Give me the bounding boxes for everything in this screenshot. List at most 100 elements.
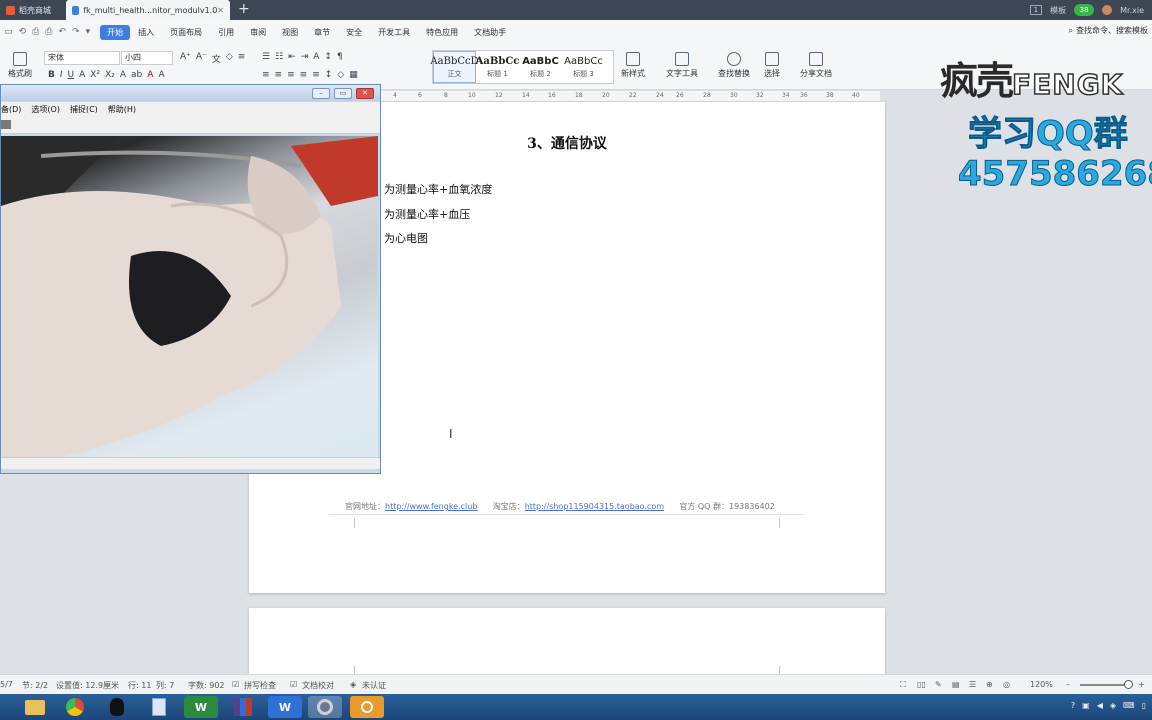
format-painter-button[interactable]: 格式刷 xyxy=(8,52,32,79)
grow-font-icon[interactable]: A⁺ xyxy=(180,52,191,65)
style-heading-1[interactable]: AaBbCc 标题 1 xyxy=(476,51,520,83)
menu-features[interactable]: 特色应用 xyxy=(418,24,466,41)
menu-home[interactable]: 开始 xyxy=(100,24,131,40)
style-heading-3[interactable]: AaBbCc 标题 3 xyxy=(562,51,605,83)
text-effect-icon[interactable]: A xyxy=(120,70,126,80)
char-spacing-icon[interactable]: ≡ xyxy=(238,52,246,65)
menu-chapter[interactable]: 章节 xyxy=(306,24,338,41)
network-icon[interactable]: ▣ xyxy=(1082,701,1090,710)
close-button[interactable]: ✕ xyxy=(356,88,374,99)
avatar[interactable] xyxy=(1102,5,1113,15)
zoom-level[interactable]: 120% xyxy=(1030,680,1053,689)
taskbar-winrar-icon[interactable] xyxy=(226,696,260,718)
menu-developer[interactable]: 开发工具 xyxy=(370,24,418,41)
minimize-button[interactable]: – xyxy=(312,88,330,99)
spell-check-toggle[interactable]: 拼写检查 xyxy=(244,680,276,691)
pinyin-icon[interactable]: 文 xyxy=(212,52,221,65)
text-tools-button[interactable]: 文字工具 xyxy=(666,52,698,79)
tab-docer-store[interactable]: 稻壳商城 xyxy=(0,0,64,20)
font-size-combo[interactable]: 小四 xyxy=(121,51,173,65)
word-count[interactable]: 字数: 902 xyxy=(188,680,225,691)
italic-icon[interactable]: I xyxy=(60,70,63,80)
numbering-icon[interactable]: ☷ xyxy=(275,52,283,62)
taskbar-webcam-icon[interactable] xyxy=(308,696,342,718)
notification-bubble[interactable]: 38 xyxy=(1074,4,1095,16)
font-color-icon[interactable]: A xyxy=(147,70,153,80)
site-link[interactable]: http://www.fengke.club xyxy=(385,502,477,511)
show-desktop-icon[interactable]: ▯ xyxy=(1142,701,1146,710)
command-search[interactable]: ⌕ 查找命令、搜索模板 xyxy=(1069,25,1148,36)
decrease-indent-icon[interactable]: ⇤ xyxy=(288,52,296,62)
distribute-icon[interactable]: ≡ xyxy=(312,70,320,80)
superscript-icon[interactable]: X² xyxy=(90,70,100,80)
help-icon[interactable]: ? xyxy=(1071,701,1075,710)
taskbar-wps-writer-icon[interactable]: W xyxy=(268,696,302,718)
zoom-in-icon[interactable]: + xyxy=(1138,680,1145,689)
reading-mode-icon[interactable]: ▯▯ xyxy=(917,680,926,689)
menu-options[interactable]: 选项(O) xyxy=(31,104,60,115)
borders-icon[interactable]: ▦ xyxy=(349,70,358,80)
redo-icon[interactable]: ↷ xyxy=(72,27,80,37)
template-button[interactable]: 模板 xyxy=(1050,5,1066,16)
menu-capture[interactable]: 捕捉(C) xyxy=(70,104,98,115)
taskbar-app-icon[interactable] xyxy=(350,696,384,718)
bold-icon[interactable]: B xyxy=(48,70,55,80)
page-indicator[interactable]: 5/7 xyxy=(0,680,13,689)
menu-review[interactable]: 审阅 xyxy=(242,24,274,41)
increase-indent-icon[interactable]: ⇥ xyxy=(301,52,309,62)
maximize-button[interactable]: ▭ xyxy=(334,88,352,99)
strikethrough-icon[interactable]: A xyxy=(79,70,85,80)
taskbar-wps-spreadsheet-icon[interactable]: W xyxy=(184,696,218,718)
cert-status[interactable]: 未认证 xyxy=(362,680,386,691)
undo-icon[interactable]: ↶ xyxy=(58,27,66,37)
find-replace-button[interactable]: 查找替换 xyxy=(718,52,750,79)
zoom-slider-handle[interactable] xyxy=(1124,680,1133,689)
menu-device[interactable]: 备(D) xyxy=(1,104,21,115)
outline-view-icon[interactable]: ☰ xyxy=(969,680,976,689)
customize-qa-icon[interactable]: ▾ xyxy=(86,27,91,37)
taskbar-chrome-icon[interactable] xyxy=(58,696,92,718)
shrink-font-icon[interactable]: A⁻ xyxy=(196,52,207,65)
char-shading-icon[interactable]: A xyxy=(158,70,164,80)
menu-page-layout[interactable]: 页面布局 xyxy=(162,24,210,41)
section-indicator[interactable]: 节: 2/2 xyxy=(22,680,48,691)
volume-icon[interactable]: ◀ xyxy=(1097,701,1103,710)
edit-mode-icon[interactable]: ✎ xyxy=(935,680,942,689)
font-name-combo[interactable]: 宋体 xyxy=(44,51,120,65)
style-normal[interactable]: AaBbCcD 正文 xyxy=(430,51,479,83)
shading-icon[interactable]: ◇ xyxy=(337,70,344,80)
print-preview-icon[interactable]: ⎙ xyxy=(45,27,52,37)
page-view-icon[interactable]: ▤ xyxy=(952,680,960,689)
taskbar-folder-icon[interactable] xyxy=(18,696,52,718)
line-spacing-icon[interactable]: ↕ xyxy=(325,70,333,80)
taskbar-qq-icon[interactable] xyxy=(100,696,134,718)
web-view-icon[interactable]: ⊕ xyxy=(986,680,993,689)
menu-security[interactable]: 安全 xyxy=(338,24,370,41)
show-hide-marks-icon[interactable]: ¶ xyxy=(337,52,343,62)
window-count-badge[interactable]: 1 xyxy=(1029,5,1043,15)
subscript-icon[interactable]: X₂ xyxy=(105,70,115,80)
align-right-icon[interactable]: ≡ xyxy=(287,70,295,80)
tab-document[interactable]: fk_multi_health...nitor_modulv1.0 ✕ xyxy=(66,0,230,20)
new-style-button[interactable]: 新样式 xyxy=(621,52,645,79)
zoom-slider[interactable] xyxy=(1080,684,1130,686)
sort-icon[interactable]: ↕ xyxy=(324,52,332,62)
bullets-icon[interactable]: ☰ xyxy=(262,52,270,62)
user-name[interactable]: Mr.xie xyxy=(1120,6,1144,15)
position-indicator[interactable]: 设置值: 12.9厘米 xyxy=(56,680,119,691)
close-tab-icon[interactable]: ✕ xyxy=(217,6,224,15)
eye-protection-icon[interactable]: ◎ xyxy=(1003,680,1010,689)
justify-icon[interactable]: ≡ xyxy=(300,70,308,80)
style-heading-2[interactable]: AaBbC 标题 2 xyxy=(519,51,562,83)
menu-help[interactable]: 帮助(H) xyxy=(108,104,136,115)
align-center-icon[interactable]: ≡ xyxy=(275,70,283,80)
zoom-out-icon[interactable]: – xyxy=(1066,680,1070,689)
clear-format-icon[interactable]: ◇ xyxy=(226,52,233,65)
export-icon[interactable]: ⟲ xyxy=(19,27,27,37)
menu-references[interactable]: 引用 xyxy=(210,24,242,41)
share-doc-button[interactable]: 分享文档 xyxy=(800,52,832,79)
doc-proof-button[interactable]: 文档校对 xyxy=(302,680,334,691)
new-tab-button[interactable]: + xyxy=(238,1,250,17)
horizontal-ruler[interactable]: 4 6 8 10 12 14 16 18 20 22 24 26 28 30 3… xyxy=(380,91,880,102)
shop-link[interactable]: http://shop115904315.taobao.com xyxy=(525,502,664,511)
